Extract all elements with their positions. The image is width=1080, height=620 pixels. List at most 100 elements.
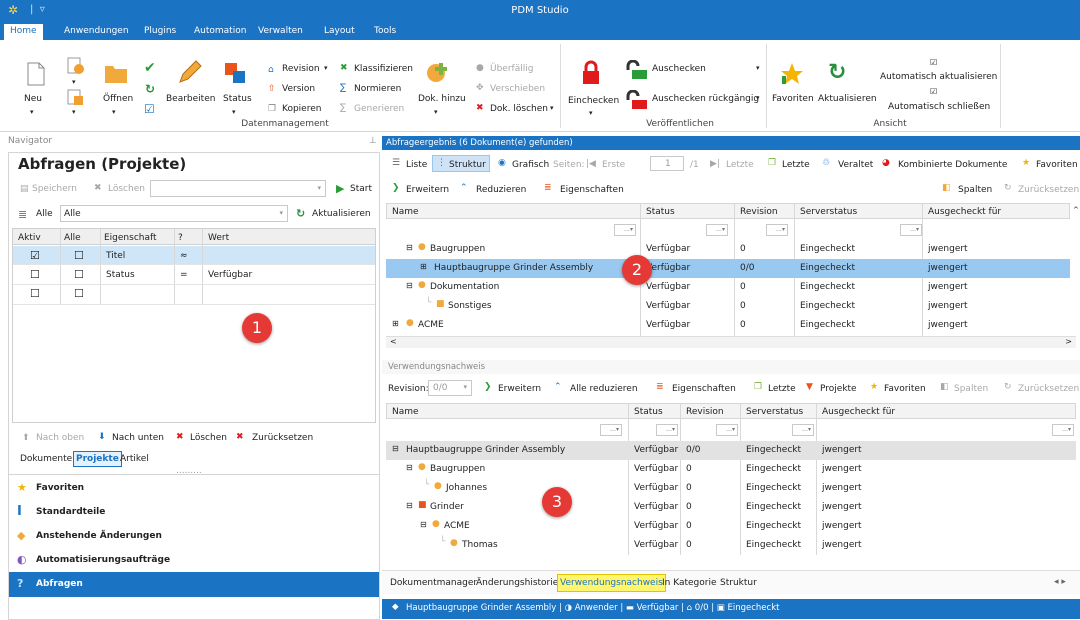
nav-item-automatisierungsauftraege[interactable]: ◐ Automatisierungsaufträge xyxy=(9,548,379,573)
undo-checkout-dropdown-icon[interactable]: ▾ xyxy=(756,94,760,102)
last-page-button[interactable]: Letzte xyxy=(726,160,754,170)
classify-button[interactable]: Klassifizieren xyxy=(354,64,413,74)
normalize-button[interactable]: Normieren xyxy=(354,84,401,94)
document-stack-icon[interactable] xyxy=(66,88,86,108)
view-liste-button[interactable]: Liste xyxy=(406,160,427,170)
subtab-projekte[interactable]: Projekte xyxy=(73,451,122,467)
tab-struktur[interactable]: Struktur xyxy=(720,578,757,588)
refresh-icon[interactable]: ↻ xyxy=(145,82,155,96)
delete-button[interactable]: Löschen xyxy=(108,184,145,194)
properties-button[interactable]: Eigenschaften xyxy=(672,384,736,394)
collapse-toggle-icon[interactable]: ⊟ xyxy=(406,281,413,290)
reset-button[interactable]: Zurücksetzen xyxy=(1018,384,1079,394)
nav-item-standardteile[interactable]: I Standardteile xyxy=(9,500,379,525)
value-cell[interactable]: Verfügbar xyxy=(208,270,252,280)
tab-tools[interactable]: Tools xyxy=(368,24,402,40)
scroll-right-icon[interactable]: > xyxy=(1065,337,1072,346)
alle-checkbox[interactable]: ☐ xyxy=(74,249,84,262)
table-row[interactable]: ⊟ ● Baugruppen Verfügbar 0 Eingecheckt j… xyxy=(386,460,1076,479)
property-cell[interactable]: Titel xyxy=(106,251,125,261)
version-button[interactable]: Version xyxy=(282,84,315,94)
nav-item-abfragen[interactable]: ? Abfragen xyxy=(9,572,379,597)
operator-cell[interactable]: = xyxy=(180,270,188,280)
column-filter[interactable]: …▾ xyxy=(766,224,788,236)
edit-button[interactable]: Bearbeiten xyxy=(166,94,215,104)
revision-dropdown-icon[interactable]: ▾ xyxy=(324,64,328,72)
checkin-dropdown-icon[interactable]: ▾ xyxy=(589,109,593,117)
table-row[interactable]: └ ● Johannes Verfügbar 0 Eingecheckt jwe… xyxy=(386,479,1076,498)
expand-toggle-icon[interactable]: ⊞ xyxy=(420,262,427,271)
tab-plugins[interactable]: Plugins xyxy=(138,24,182,40)
delete-document-button[interactable]: Dok. löschen xyxy=(490,104,548,114)
nav-item-favoriten[interactable]: ★ Favoriten xyxy=(9,476,379,501)
tab-dokumentmanager[interactable]: Dokumentmanager xyxy=(390,578,477,588)
open-button[interactable]: Öffnen xyxy=(103,94,133,104)
subtab-dokumente[interactable]: Dokumente xyxy=(20,454,72,464)
expand-button[interactable]: Erweitern xyxy=(498,384,541,394)
alle-checkbox[interactable]: ☐ xyxy=(74,287,84,300)
recent-button[interactable]: Letzte xyxy=(782,160,810,170)
column-header[interactable]: Revision xyxy=(740,207,778,217)
save-button[interactable]: Speichern xyxy=(32,184,77,194)
move-up-button[interactable]: Nach oben xyxy=(36,433,84,443)
column-filter[interactable]: …▾ xyxy=(614,224,636,236)
tab-layout[interactable]: Layout xyxy=(318,24,361,40)
column-header[interactable]: Revision xyxy=(686,407,724,417)
copy-button[interactable]: Kopieren xyxy=(282,104,321,114)
alle-checkbox[interactable]: ☐ xyxy=(74,268,84,281)
dropdown-icon[interactable]: ▾ xyxy=(72,108,76,116)
start-button[interactable]: Start xyxy=(350,184,372,194)
add-document-dropdown-icon[interactable]: ▾ xyxy=(434,108,438,116)
view-struktur-button[interactable]: ⋮ Struktur xyxy=(432,155,490,172)
tab-aenderungshistorie[interactable]: Änderungshistorie xyxy=(476,578,558,588)
checkin-button[interactable]: Einchecken xyxy=(568,96,619,106)
column-header[interactable]: Ausgecheckt für xyxy=(928,207,1001,217)
view-grafisch-button[interactable]: Grafisch xyxy=(512,160,549,170)
collapse-toggle-icon[interactable]: ⊟ xyxy=(420,520,427,529)
first-page-button[interactable]: Erste xyxy=(602,160,625,170)
outdated-button[interactable]: Veraltet xyxy=(838,160,873,170)
delete-dropdown-icon[interactable]: ▾ xyxy=(550,104,554,112)
refresh-query-button[interactable]: Aktualisieren xyxy=(312,209,371,219)
projects-button[interactable]: Projekte xyxy=(820,384,857,394)
revision-button[interactable]: Revision xyxy=(282,64,320,74)
move-down-button[interactable]: Nach unten xyxy=(112,433,164,443)
collapse-toggle-icon[interactable]: ⊟ xyxy=(406,463,413,472)
favorites-button[interactable]: Favoriten xyxy=(884,384,926,394)
table-row[interactable]: ⊟ ● Dokumentation Verfügbar 0 Eingecheck… xyxy=(386,278,1070,297)
collapse-toggle-icon[interactable]: ⊟ xyxy=(406,501,413,510)
aktiv-checkbox[interactable]: ☐ xyxy=(30,287,40,300)
delete-criteria-button[interactable]: Löschen xyxy=(190,433,227,443)
collapse-all-button[interactable]: Alle reduzieren xyxy=(570,384,638,394)
tab-verwendungsnachweis[interactable]: Verwendungsnachweis xyxy=(557,574,666,592)
refresh-button[interactable]: Aktualisieren xyxy=(818,94,877,104)
table-row[interactable]: └ ■ Sonstiges Verfügbar 0 Eingecheckt jw… xyxy=(386,297,1070,316)
subtab-artikel[interactable]: Artikel xyxy=(120,454,149,464)
collapse-toggle-icon[interactable]: ⊟ xyxy=(406,243,413,252)
column-filter[interactable]: …▾ xyxy=(1052,424,1074,436)
scroll-left-icon[interactable]: < xyxy=(390,337,397,346)
column-filter[interactable]: …▾ xyxy=(706,224,728,236)
document-folder-icon[interactable] xyxy=(66,56,86,76)
horizontal-scrollbar[interactable]: < > xyxy=(386,336,1076,348)
property-cell[interactable]: Status xyxy=(106,270,135,280)
aktiv-checkbox[interactable]: ☐ xyxy=(30,268,40,281)
collapse-button[interactable]: Reduzieren xyxy=(476,185,526,195)
table-row[interactable]: ⊟ ● Baugruppen Verfügbar 0 Eingecheckt j… xyxy=(386,240,1070,259)
column-header[interactable]: Serverstatus xyxy=(746,407,803,417)
favorites-button[interactable]: Favoriten xyxy=(772,94,814,104)
new-dropdown-icon[interactable]: ▾ xyxy=(30,108,34,116)
column-header[interactable]: Name xyxy=(392,407,419,417)
table-row[interactable]: ⊟ ● ACME Verfügbar 0 Eingecheckt jwenger… xyxy=(386,517,1076,536)
checkout-dropdown-icon[interactable]: ▾ xyxy=(756,64,760,72)
column-filter[interactable]: …▾ xyxy=(792,424,814,436)
page-input[interactable]: 1 xyxy=(650,156,684,171)
column-header[interactable]: Name xyxy=(392,207,419,217)
move-button[interactable]: Verschieben xyxy=(490,84,545,94)
operator-cell[interactable]: ≈ xyxy=(180,251,188,261)
auto-close-checkbox[interactable]: ☑ xyxy=(930,87,937,96)
properties-button[interactable]: Eigenschaften xyxy=(560,185,624,195)
column-filter[interactable]: …▾ xyxy=(900,224,922,236)
status-dropdown-icon[interactable]: ▾ xyxy=(232,108,236,116)
tab-in-kategorie[interactable]: In Kategorie xyxy=(662,578,717,588)
